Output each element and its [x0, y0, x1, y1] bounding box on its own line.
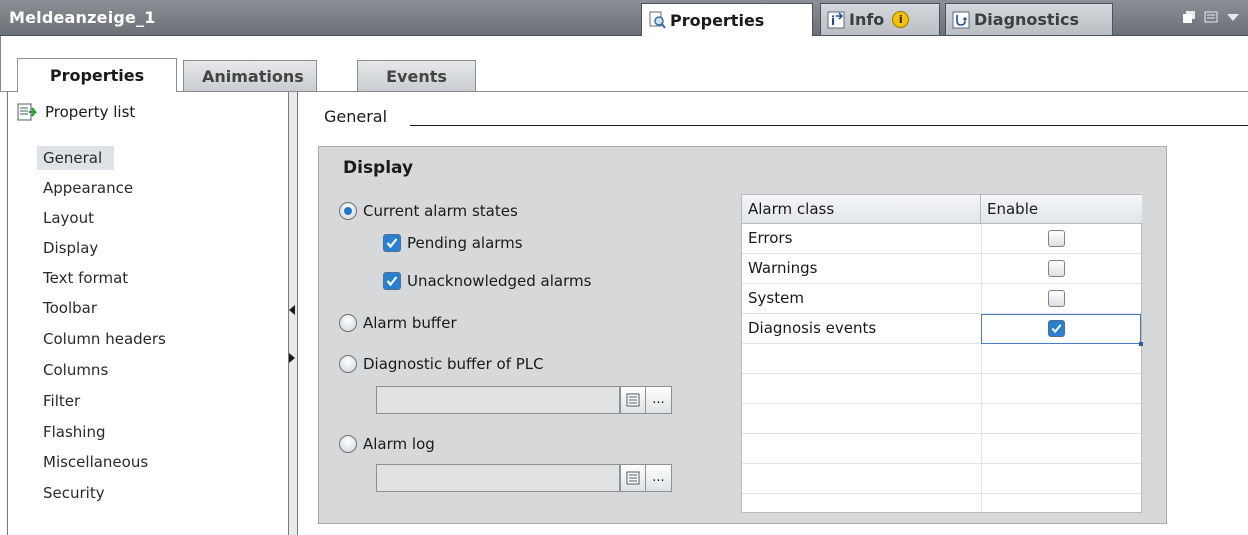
- alarm-class-cell: System: [748, 289, 804, 307]
- sidebar-item-flashing[interactable]: Flashing: [37, 420, 237, 444]
- table-row-empty: [742, 464, 1141, 494]
- cell-divider: [981, 284, 982, 314]
- column-header-enable[interactable]: Enable: [981, 195, 1142, 224]
- window-title: Meldeanzeige_1: [9, 8, 156, 27]
- alarm-buffer-label: Alarm buffer: [363, 314, 457, 332]
- alarm-class-table: Alarm class Enable Errors Warnings Syste…: [741, 194, 1143, 513]
- info-arrow-icon: i: [826, 10, 846, 30]
- expand-right-icon[interactable]: [289, 353, 295, 363]
- sidebar-item-columns[interactable]: Columns: [37, 358, 237, 382]
- property-list-icon: [17, 103, 38, 121]
- menu-list-icon[interactable]: [1204, 10, 1218, 24]
- diagnostic-buffer-combo[interactable]: ...: [376, 386, 674, 414]
- table-row[interactable]: Warnings: [742, 254, 1141, 284]
- display-group-title: Display: [343, 158, 414, 178]
- cell-divider: [981, 374, 982, 404]
- alarm-log-label: Alarm log: [363, 435, 435, 453]
- sidebar-item-general[interactable]: General: [37, 146, 114, 170]
- cell-divider: [981, 254, 982, 284]
- list-icon[interactable]: [620, 464, 646, 492]
- table-row-empty: [742, 494, 1141, 512]
- alarm-buffer-radio[interactable]: [339, 314, 357, 332]
- enable-cell[interactable]: [1048, 230, 1065, 251]
- current-alarm-states-option[interactable]: Current alarm states: [339, 202, 518, 220]
- unacknowledged-alarms-label: Unacknowledged alarms: [407, 272, 592, 290]
- restore-icon[interactable]: [1182, 10, 1196, 24]
- collapse-left-icon[interactable]: [289, 305, 295, 315]
- pending-alarms-option[interactable]: Pending alarms: [383, 234, 523, 252]
- enable-checkbox[interactable]: [1048, 290, 1065, 307]
- diagnostic-buffer-field[interactable]: [376, 386, 620, 414]
- tab-info[interactable]: i Info i: [820, 3, 940, 36]
- cell-divider: [981, 404, 982, 434]
- table-row[interactable]: System: [742, 284, 1141, 314]
- table-row-empty: [742, 344, 1141, 374]
- unacknowledged-alarms-checkbox[interactable]: [383, 272, 401, 290]
- section-title: General: [324, 107, 388, 126]
- alarm-log-field[interactable]: [376, 464, 620, 492]
- list-icon[interactable]: [620, 386, 646, 414]
- tab-diagnostics-label: Diagnostics: [974, 10, 1080, 29]
- window-controls: [1182, 10, 1240, 24]
- diagnostic-buffer-radio[interactable]: [339, 355, 357, 373]
- enable-cell[interactable]: [1048, 320, 1065, 338]
- sidebar-item-display[interactable]: Display: [37, 236, 237, 260]
- table-row-empty: [742, 404, 1141, 434]
- unacknowledged-alarms-option[interactable]: Unacknowledged alarms: [383, 272, 591, 290]
- pending-alarms-label: Pending alarms: [407, 234, 523, 252]
- diagnostic-buffer-browse-button[interactable]: ...: [646, 386, 672, 414]
- subtab-animations[interactable]: Animations: [183, 60, 317, 91]
- dropdown-arrow-icon[interactable]: [1226, 10, 1240, 24]
- table-row[interactable]: Diagnosis events: [742, 314, 1143, 346]
- svg-text:i: i: [831, 14, 835, 28]
- alarm-log-browse-button[interactable]: ...: [646, 464, 672, 492]
- tab-properties-label: Properties: [670, 10, 765, 30]
- sidebar-item-filter[interactable]: Filter: [37, 389, 237, 413]
- column-header-alarm-class[interactable]: Alarm class: [742, 195, 981, 224]
- alarm-class-cell: Diagnosis events: [748, 319, 877, 337]
- subtab-events[interactable]: Events: [357, 60, 476, 91]
- property-list-header[interactable]: Property list: [17, 103, 135, 121]
- alarm-class-cell: Errors: [748, 229, 793, 247]
- alarm-buffer-option[interactable]: Alarm buffer: [339, 314, 457, 332]
- current-alarm-states-radio[interactable]: [339, 202, 357, 220]
- current-alarm-states-label: Current alarm states: [363, 202, 518, 220]
- sidebar-item-text-format[interactable]: Text format: [37, 266, 237, 290]
- pending-alarms-checkbox[interactable]: [383, 234, 401, 252]
- cell-divider: [981, 224, 982, 254]
- table-row-empty: [742, 374, 1141, 404]
- alarm-log-combo[interactable]: ...: [376, 464, 674, 492]
- sidebar-item-security[interactable]: Security: [37, 481, 237, 505]
- enable-cell[interactable]: [1048, 260, 1065, 281]
- cell-divider: [981, 434, 982, 464]
- enable-checkbox[interactable]: [1048, 230, 1065, 247]
- info-badge-icon: i: [892, 11, 910, 28]
- alarm-class-cell: Warnings: [748, 259, 818, 277]
- diagnostics-icon: [951, 10, 971, 30]
- alarm-log-radio[interactable]: [339, 435, 357, 453]
- cell-divider: [981, 344, 982, 374]
- enable-checkbox[interactable]: [1048, 320, 1065, 337]
- cell-divider: [981, 464, 982, 494]
- enable-checkbox[interactable]: [1048, 260, 1065, 277]
- diagnostic-buffer-option[interactable]: Diagnostic buffer of PLC: [339, 355, 544, 373]
- sidebar-item-toolbar[interactable]: Toolbar: [37, 296, 237, 320]
- sidebar-item-layout[interactable]: Layout: [37, 206, 237, 230]
- sidebar-item-miscellaneous[interactable]: Miscellaneous: [37, 450, 237, 474]
- magnifier-page-icon: [647, 10, 667, 30]
- table-row-empty: [742, 434, 1141, 464]
- sidebar-item-column-headers[interactable]: Column headers: [37, 327, 237, 351]
- tab-properties[interactable]: Properties: [641, 3, 813, 36]
- table-row[interactable]: Errors: [742, 224, 1141, 254]
- tab-info-label: Info: [849, 10, 885, 29]
- tab-diagnostics[interactable]: Diagnostics: [945, 3, 1113, 36]
- property-list-label: Property list: [45, 103, 136, 121]
- enable-cell[interactable]: [1048, 290, 1065, 311]
- subtab-properties[interactable]: Properties: [17, 58, 177, 92]
- sidebar-item-appearance[interactable]: Appearance: [37, 176, 237, 200]
- diagnostic-buffer-label: Diagnostic buffer of PLC: [363, 355, 544, 373]
- cell-divider: [981, 494, 982, 512]
- section-divider: [410, 125, 1248, 126]
- alarm-log-option[interactable]: Alarm log: [339, 435, 435, 453]
